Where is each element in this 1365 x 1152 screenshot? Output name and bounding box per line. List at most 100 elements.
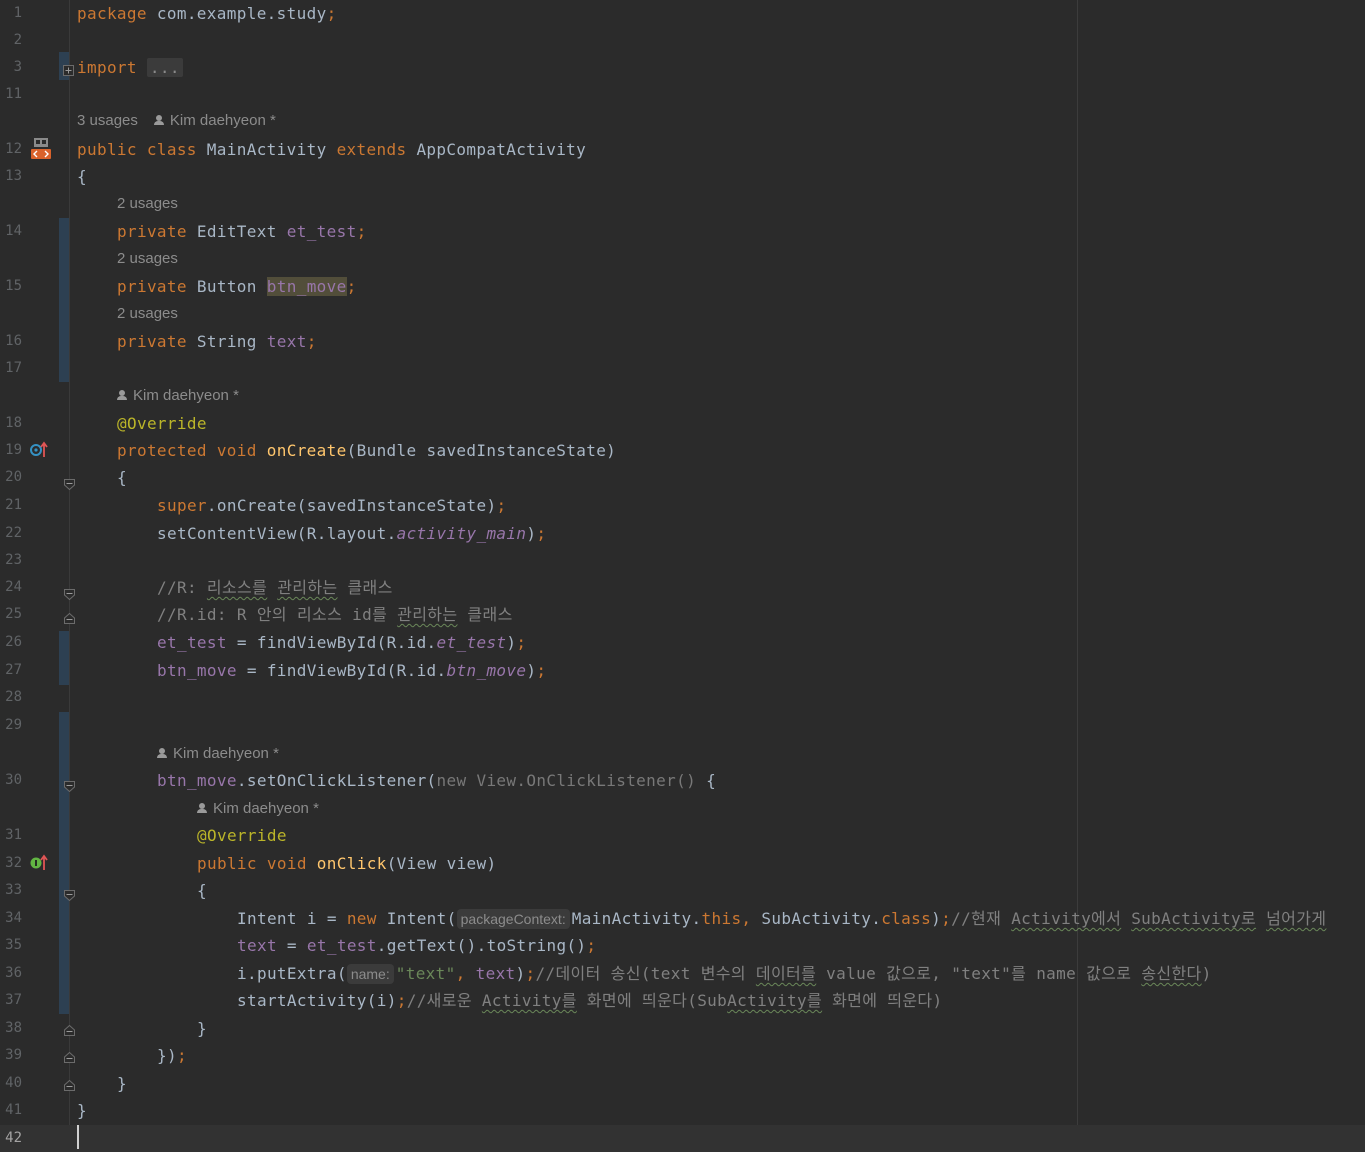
code-line[interactable]: 42 [0,1125,1365,1152]
code-text[interactable]: startActivity(i);//새로운 Activity를 화면에 띄운다… [237,987,942,1014]
line-number[interactable]: 31 [0,822,22,849]
code-text[interactable]: @Override [117,410,207,437]
code-line[interactable]: 41} [0,1097,1365,1124]
usages-hint[interactable]: 2 usages [117,305,178,322]
code-text[interactable]: { [117,464,127,491]
code-line[interactable]: 34 Intent i = new Intent(packageContext: M… [0,905,1365,932]
code-line[interactable]: 38} [0,1015,1365,1042]
code-line[interactable]: 23 [0,547,1365,574]
line-number[interactable]: 20 [0,464,22,491]
code-line[interactable]: 22 setContentView(R.layout.activity_main)… [0,520,1365,547]
line-number[interactable]: 19 [0,437,22,464]
line-number[interactable]: 33 [0,877,22,904]
code-line[interactable]: 2 [0,27,1365,54]
code-line[interactable]: 30 btn_move.setOnClickListener(new View.O… [0,767,1365,794]
author-hint[interactable]: Kim daehyeon * [197,800,319,817]
line-number[interactable]: 13 [0,163,22,190]
code-line[interactable]: 33 { [0,877,1365,904]
line-number[interactable]: 1 [0,0,22,27]
usages-hint[interactable]: 3 usages [77,112,138,129]
code-line[interactable]: 32 public void onClick(View view) [0,850,1365,877]
code-line[interactable]: 37 startActivity(i);//새로운 Activity를 화면에 띄… [0,987,1365,1014]
code-line[interactable]: 20 { [0,464,1365,491]
code-line[interactable]: 29 [0,712,1365,739]
code-line[interactable]: 12 public class MainActivity extends AppC… [0,136,1365,163]
code-line[interactable]: 16 private String text; [0,328,1365,355]
code-line[interactable]: 17 [0,355,1365,382]
code-text[interactable]: private String text; [117,328,317,355]
code-text[interactable]: setContentView(R.layout.activity_main); [157,520,546,547]
line-number[interactable]: 41 [0,1097,22,1124]
code-line[interactable]: 40} [0,1070,1365,1097]
code-text[interactable]: { [77,163,87,190]
code-line[interactable]: 28 [0,684,1365,711]
code-text[interactable]: }); [157,1042,187,1069]
line-number[interactable]: 16 [0,328,22,355]
code-line[interactable]: 24 //R: 리소스를 관리하는 클래스 [0,574,1365,601]
code-text[interactable]: protected void onCreate(Bundle savedInst… [117,437,616,464]
line-number[interactable]: 40 [0,1070,22,1097]
code-vision-hint[interactable]: 2 usages [117,192,178,216]
code-text[interactable]: Intent i = new Intent(packageContext: Mai… [237,905,1326,932]
code-line[interactable]: 11 [0,81,1365,108]
line-number[interactable]: 2 [0,27,22,54]
code-line[interactable]: 26 et_test = findViewById(R.id.et_test); [0,629,1365,656]
code-line[interactable]: 3 import ... [0,54,1365,81]
code-text[interactable]: { [197,877,207,904]
code-line[interactable]: 15 private Button btn_move; [0,273,1365,300]
code-line[interactable]: 13 { [0,163,1365,190]
code-text[interactable]: btn_move.setOnClickListener(new View.OnC… [157,767,716,794]
line-number[interactable]: 42 [0,1125,22,1152]
code-text[interactable]: import ... [77,54,183,81]
code-line[interactable]: 35 text = et_test.getText().toString(); [0,932,1365,959]
code-line[interactable]: 36 i.putExtra(name: "text", text);//데이터 송신… [0,960,1365,987]
line-number[interactable]: 28 [0,684,22,711]
code-line[interactable]: 21 super.onCreate(savedInstanceState); [0,492,1365,519]
line-number[interactable]: 15 [0,273,22,300]
line-number[interactable]: 32 [0,850,22,877]
code-text[interactable]: public void onClick(View view) [197,850,497,877]
line-number[interactable]: 14 [0,218,22,245]
line-number[interactable]: 21 [0,492,22,519]
line-number[interactable]: 25 [0,601,22,628]
usages-hint[interactable]: 2 usages [117,195,178,212]
code-line[interactable]: 27 btn_move = findViewById(R.id.btn_move)… [0,657,1365,684]
code-line[interactable]: 25 //R.id: R 안의 리소스 id를 관리하는 클래스 [0,601,1365,628]
code-text[interactable]: //R: 리소스를 관리하는 클래스 [157,574,393,601]
line-number[interactable]: 24 [0,574,22,601]
code-vision-hint[interactable]: 3 usages Kim daehyeon * [77,109,276,133]
line-number[interactable]: 17 [0,355,22,382]
code-line[interactable]: 39}); [0,1042,1365,1069]
line-number[interactable]: 12 [0,136,22,163]
code-text[interactable]: public class MainActivity extends AppCom… [77,136,586,163]
line-number[interactable]: 11 [0,81,22,108]
code-text[interactable]: @Override [197,822,287,849]
author-hint[interactable]: Kim daehyeon * [157,745,279,762]
author-hint[interactable]: Kim daehyeon * [117,387,239,404]
line-number[interactable]: 29 [0,712,22,739]
code-text[interactable]: i.putExtra(name: "text", text);//데이터 송신(t… [237,960,1212,987]
code-line[interactable]: 1 package com.example.study; [0,0,1365,27]
code-editor[interactable]: 1 package com.example.study; 2 3 import ... 1… [0,0,1365,1152]
author-hint[interactable]: Kim daehyeon * [153,112,276,129]
folded-imports[interactable]: ... [146,58,183,77]
line-number[interactable]: 37 [0,987,22,1014]
line-number[interactable]: 26 [0,629,22,656]
code-text[interactable]: private Button btn_move; [117,273,357,300]
line-number[interactable]: 3 [0,54,22,81]
line-number[interactable]: 18 [0,410,22,437]
line-number[interactable]: 34 [0,905,22,932]
usages-hint[interactable]: 2 usages [117,250,178,267]
code-vision-hint[interactable]: Kim daehyeon * [197,797,319,821]
code-vision-hint[interactable]: Kim daehyeon * [117,384,239,408]
code-text[interactable]: } [77,1097,87,1124]
line-number[interactable]: 35 [0,932,22,959]
code-text[interactable]: private EditText et_test; [117,218,367,245]
code-text[interactable]: text = et_test.getText().toString(); [237,932,596,959]
line-number[interactable]: 38 [0,1015,22,1042]
code-text[interactable]: } [117,1070,127,1097]
code-text[interactable]: } [197,1015,207,1042]
code-vision-hint[interactable]: 2 usages [117,302,178,326]
code-line[interactable]: 18 @Override [0,410,1365,437]
line-number[interactable]: 27 [0,657,22,684]
